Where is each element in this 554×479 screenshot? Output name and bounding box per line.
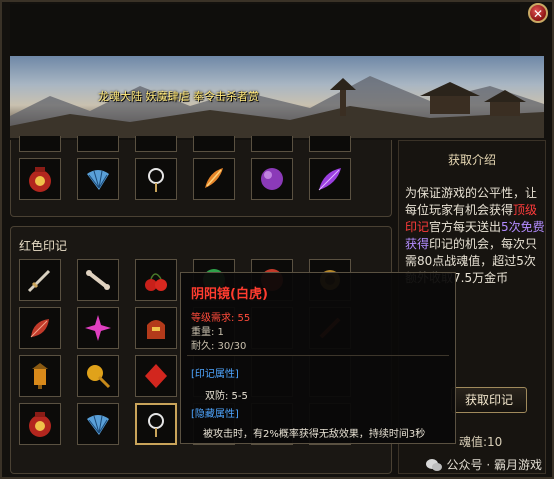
fan-icon [87,415,109,435]
lantern-icon [32,363,48,389]
helmet-icon [147,320,165,339]
seal-slot[interactable] [251,158,293,200]
item-tooltip: 阴阳镜(白虎) 等级需求: 55 重量: 1 耐久: 30/30 [印记属性] … [180,272,456,444]
tooltip-divider [187,355,449,356]
purple-orb-icon [261,168,283,190]
seal-slot-selected[interactable] [135,403,177,445]
tooltip-hidden-desc: 被攻击时，有2%概率获得无敌效果，持续时间3秒 [203,429,426,440]
tooltip-attr-header: [印记属性] [191,369,239,380]
spirit-value: 魂值:10 [459,435,503,449]
seal-grid-upper [10,136,392,217]
seal-slot[interactable] [135,307,177,349]
seal-slot[interactable] [19,158,61,200]
info-text-2: 官方每天送出 [429,220,502,234]
info-title: 获取介绍 [447,153,496,167]
seal-slot[interactable] [309,158,351,200]
banner-slogan: 龙魂大陆 妖魔肆虐 奉令击杀者赏 [98,90,259,103]
get-seal-button[interactable]: 获取印记 [451,387,527,413]
red-jar-icon [29,167,51,192]
seal-slot[interactable] [19,259,61,301]
seal-slot[interactable] [77,136,119,152]
banner-landscape [10,76,544,138]
seal-slot[interactable] [309,136,351,152]
seal-slot[interactable] [77,259,119,301]
seal-slot[interactable] [19,355,61,397]
banner-image: 龙魂大陆 妖魔肆虐 奉令击杀者赏 [10,56,544,138]
pink-sparkle-icon [85,315,111,341]
seal-slot[interactable] [77,355,119,397]
cherries-icon [145,273,167,291]
seal-slot[interactable] [77,403,119,445]
tooltip-weight: 重量: 1 [191,327,224,338]
seal-slot[interactable] [77,158,119,200]
red-leaf-icon [30,319,49,338]
red-jar-icon [29,412,51,437]
purple-feather-icon [318,168,341,191]
tooltip-attr-value: 双防: 5-5 [205,391,248,402]
seal-slot[interactable] [251,136,293,152]
section-title-red-seals: 红色印记 [19,239,68,253]
tooltip-item-name: 阴阳镜(白虎) [191,287,268,302]
pendant-icon [148,168,164,192]
seal-slot[interactable] [19,307,61,349]
seal-slot[interactable] [135,355,177,397]
seal-slot[interactable] [135,158,177,200]
tooltip-hidden-header: [隐藏属性] [191,409,239,420]
watermark: 公众号 · 霸月游戏 [425,456,542,473]
seal-slot[interactable] [193,158,235,200]
tooltip-durability: 耐久: 30/30 [191,341,247,352]
fan-icon [87,170,109,190]
flame-leaf-icon [205,168,223,188]
close-button[interactable]: ✕ [528,3,548,23]
seal-slot[interactable] [193,136,235,152]
seal-slot[interactable] [19,136,61,152]
bone-icon [86,270,110,290]
seal-slot[interactable] [135,136,177,152]
tooltip-level-requirement: 等级需求: 55 [191,313,251,324]
gold-mace-icon [87,365,111,389]
seal-slot[interactable] [135,259,177,301]
seal-slot[interactable] [77,307,119,349]
wechat-icon [425,458,442,471]
seal-slot[interactable] [19,403,61,445]
window-header [10,4,520,56]
sword-icon [27,269,51,293]
red-crystal-icon [145,364,167,388]
watermark-text: 公众号 · 霸月游戏 [446,458,542,472]
pendant-icon [148,413,164,437]
